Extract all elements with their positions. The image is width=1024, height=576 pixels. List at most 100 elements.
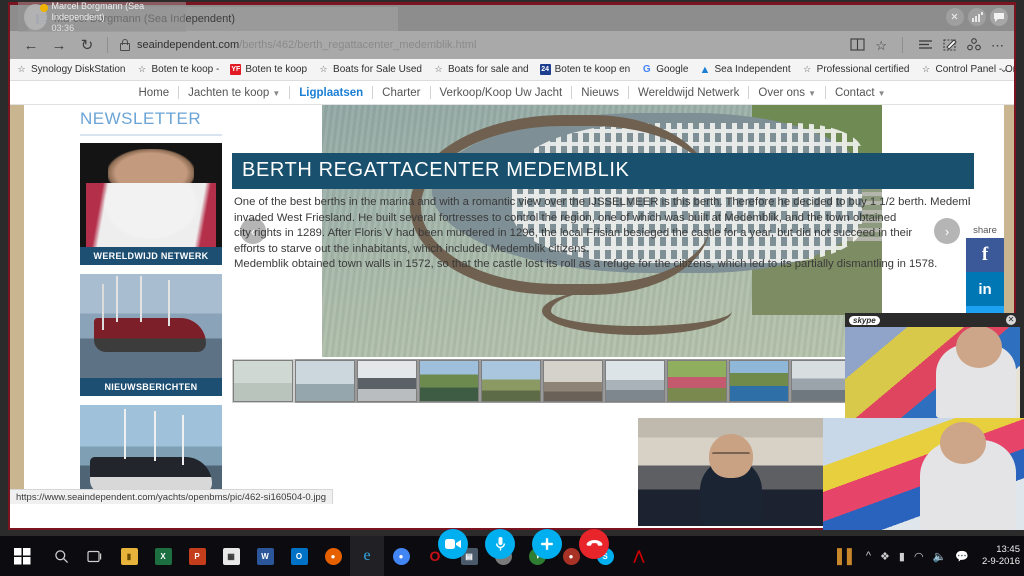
newsletter-divider <box>80 134 222 136</box>
dropbox-icon[interactable]: ❖ <box>880 550 890 563</box>
nav-charter[interactable]: Charter <box>373 87 429 99</box>
nav-ligplaatsen[interactable]: Ligplaatsen <box>290 87 372 99</box>
nav-over-ons[interactable]: Over ons ▼ <box>749 87 825 99</box>
favorite-item[interactable]: ▲ Sea Independent <box>699 64 791 76</box>
clock-time: 13:45 <box>996 544 1020 555</box>
end-call-button[interactable] <box>579 529 609 559</box>
taskbar-clock[interactable]: 13:45 2-9-2016 <box>978 544 1020 568</box>
nav-jachten-te-koop[interactable]: Jachten te koop ▼ <box>179 87 289 99</box>
microphone-button[interactable] <box>485 529 515 559</box>
thumbnail[interactable] <box>295 360 355 402</box>
taskbar-app-store[interactable]: ▦ <box>214 536 248 576</box>
clock-date: 2-9-2016 <box>981 556 1020 567</box>
minimize-icon[interactable] <box>946 8 964 26</box>
thumbnail[interactable] <box>543 360 603 402</box>
favorite-label: Google <box>656 64 689 75</box>
sidebar-card-image <box>80 143 222 247</box>
thumbnail[interactable] <box>357 360 417 402</box>
chevron-down-icon: ▼ <box>808 88 816 98</box>
nav-home[interactable]: Home <box>129 87 178 99</box>
favorites-overflow-chevron-icon[interactable]: ⌄ <box>1000 64 1008 75</box>
skype-video-remote-small[interactable] <box>845 327 1020 418</box>
add-people-button[interactable] <box>532 529 562 559</box>
wifi-icon[interactable]: ◠ <box>914 550 924 563</box>
nav-contact[interactable]: Contact ▼ <box>826 87 895 99</box>
forward-button[interactable]: → <box>46 33 72 57</box>
favorite-item[interactable]: ☆ Boats for sale and <box>433 64 529 75</box>
thumbnail[interactable] <box>791 360 851 402</box>
star-icon: ☆ <box>17 64 26 74</box>
battery-icon[interactable]: ▮ <box>899 550 905 563</box>
volume-icon[interactable]: 🔈 <box>933 550 947 563</box>
thumbnail[interactable] <box>605 360 665 402</box>
refresh-button[interactable]: ↻ <box>74 33 100 57</box>
video-person-silhouette <box>920 422 1016 530</box>
favorite-item[interactable]: ☆ Synology DiskStation <box>16 64 125 75</box>
skype-video-remote-large[interactable] <box>823 418 1024 530</box>
back-button[interactable]: ← <box>18 33 44 57</box>
favorite-item[interactable]: G Google <box>641 64 689 75</box>
article-section: BERTH REGATTACENTER MEDEMBLIK One of the… <box>232 153 974 273</box>
article-heading: BERTH REGATTACENTER MEDEMBLIK <box>232 153 974 189</box>
star-icon: ☆ <box>137 64 147 74</box>
favorite-item[interactable]: ☆ Boats for Sale Used <box>318 64 422 75</box>
thumbnail[interactable] <box>667 360 727 402</box>
skype-call-toast[interactable]: Marcel Borgmann (Sea Independent) 03:36 <box>18 1 186 33</box>
article-paragraph: invaded West Friesland. He built several… <box>234 211 897 224</box>
thumbnail[interactable] <box>419 360 479 402</box>
linkedin-share-button[interactable]: in <box>966 272 1004 306</box>
navbar-divider-2 <box>902 37 903 53</box>
thumbnail[interactable] <box>729 360 789 402</box>
taskbar-app-edge[interactable]: e <box>350 536 384 576</box>
favorites-star-icon[interactable]: ☆ <box>875 39 887 52</box>
taskbar-app-powerpoint[interactable]: P <box>180 536 214 576</box>
task-view-icon[interactable] <box>78 536 112 576</box>
taskbar-app-acrobat[interactable]: ⋀ <box>622 536 656 576</box>
search-icon[interactable] <box>44 536 78 576</box>
navbar-divider <box>107 37 108 53</box>
favorite-label: Boats for Sale Used <box>333 64 422 75</box>
favorite-item[interactable]: YF Boten te koop <box>230 64 307 75</box>
action-center-icon[interactable]: 💬 <box>955 550 969 563</box>
video-call-button[interactable] <box>438 529 468 559</box>
show-hidden-icons[interactable]: ^ <box>866 550 871 562</box>
nav-nieuws[interactable]: Nieuws <box>572 87 628 99</box>
favorite-item[interactable]: 24 Boten te koop en <box>539 64 630 75</box>
favorite-item[interactable]: ☆ Professional certified <box>802 64 909 75</box>
chat-icon[interactable] <box>990 8 1008 26</box>
skype-video-self[interactable] <box>638 418 824 526</box>
taskbar-app-outlook[interactable]: O <box>282 536 316 576</box>
edge-icon: e <box>363 547 371 564</box>
thumbnail[interactable] <box>232 359 295 403</box>
thumbnail[interactable] <box>481 360 541 402</box>
acrobat-icon: ⋀ <box>633 548 645 563</box>
taskbar-app-excel[interactable]: X <box>146 536 180 576</box>
nav-verkoop-koop[interactable]: Verkoop/Koop Uw Jacht <box>431 87 572 99</box>
star-icon: ☆ <box>921 64 931 74</box>
facebook-share-button[interactable]: f <box>966 238 1004 272</box>
address-bar[interactable]: seaindependent.com/berths/462/berth_rega… <box>115 33 848 57</box>
star-icon: ☆ <box>434 64 443 74</box>
taskbar-app-chrome[interactable]: ● <box>384 536 418 576</box>
reading-view-icon[interactable] <box>850 37 865 53</box>
taskbar-app-firefox[interactable]: ● <box>316 536 350 576</box>
app-tray-icon[interactable]: ▌▌ <box>837 548 857 564</box>
favorite-item[interactable]: ☆ Boten te koop - <box>137 64 219 75</box>
web-note-icon[interactable] <box>943 38 957 53</box>
nav-wereldwijd-netwerk[interactable]: Wereldwijd Netwerk <box>629 87 748 99</box>
share-icon[interactable] <box>967 37 981 53</box>
favorite-label: Boats for sale and <box>447 64 529 75</box>
taskbar-app-word[interactable]: W <box>248 536 282 576</box>
start-button[interactable] <box>0 536 44 576</box>
taskbar-app-file-explorer[interactable]: ▮ <box>112 536 146 576</box>
signal-icon[interactable] <box>968 8 986 26</box>
share-label: share <box>973 225 997 236</box>
sidebar-card[interactable]: NIEUWSBERICHTEN <box>80 274 222 396</box>
favorite-label: Sea Independent <box>714 64 791 75</box>
more-icon[interactable]: ⋯ <box>991 39 1004 52</box>
skype-close-button[interactable]: ✕ <box>1006 315 1016 325</box>
sidebar-card[interactable]: WERELDWIJD NETWERK <box>80 143 222 265</box>
window-controls <box>946 8 1008 26</box>
hub-icon[interactable] <box>918 39 933 52</box>
avatar <box>24 4 48 30</box>
